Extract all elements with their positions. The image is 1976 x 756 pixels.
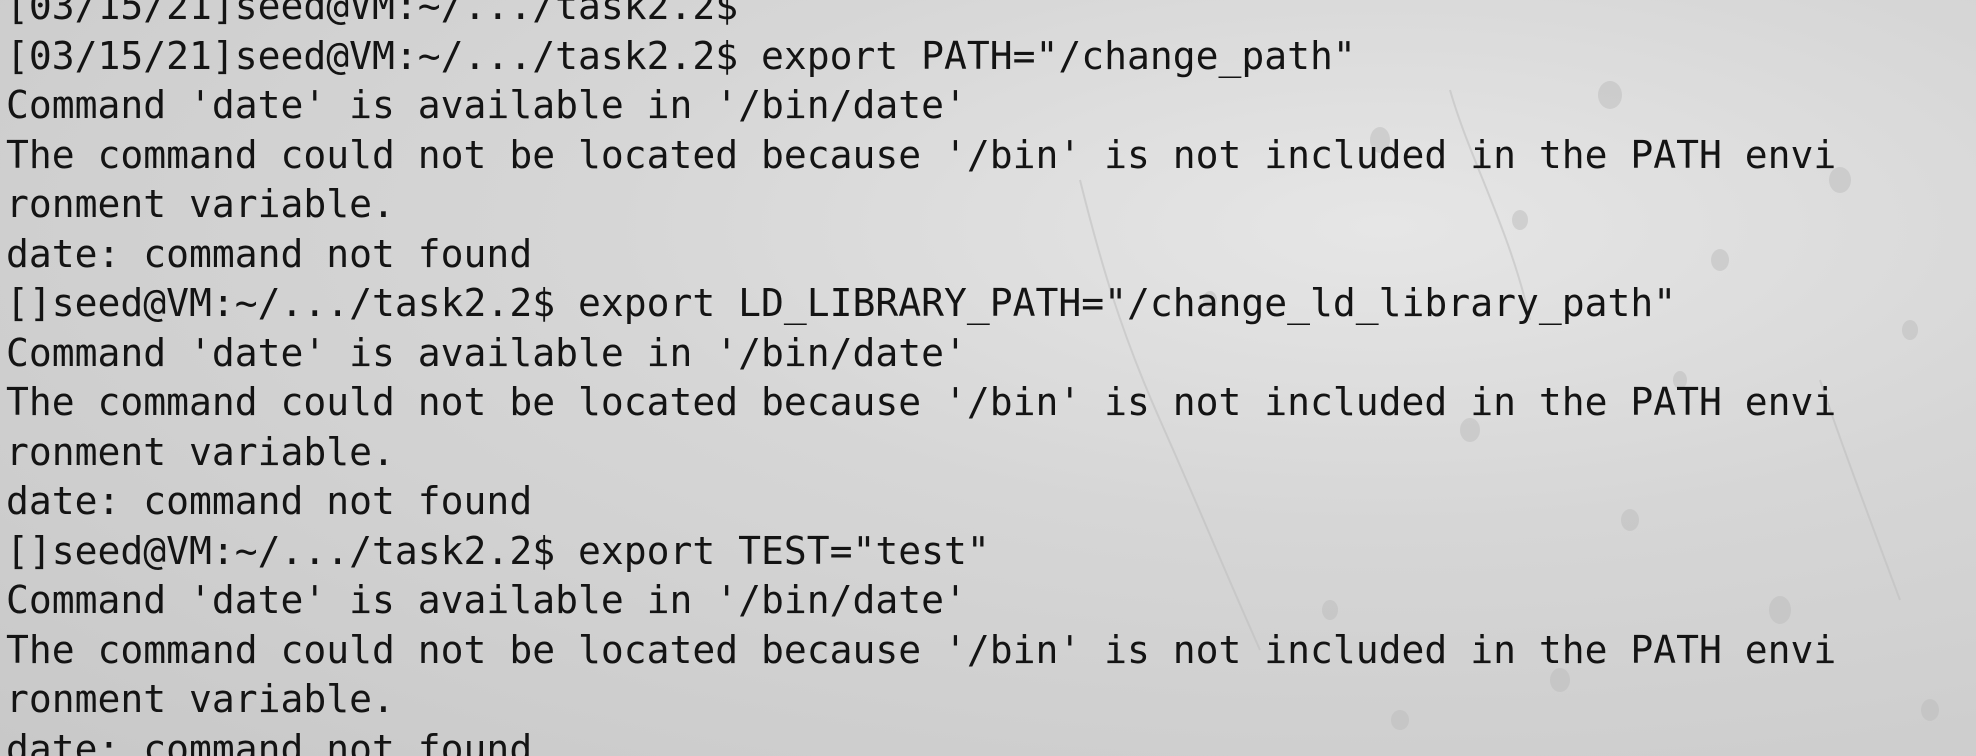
- terminal-line: ronment variable.: [6, 677, 395, 721]
- terminal-line: date: command not found: [6, 726, 533, 756]
- terminal-line: []seed@VM:~/.../task2.2$ export TEST="te…: [6, 528, 990, 573]
- terminal-line: The command could not be located because…: [6, 627, 1837, 672]
- terminal-line: [03/15/21]seed@VM:~/.../task2.2$ export …: [6, 33, 1356, 78]
- terminal-line: The command could not be located because…: [6, 132, 1837, 177]
- terminal-output: [03/15/21]seed@VM:~/.../task2.2$ [03/15/…: [6, 0, 1976, 756]
- terminal-line: []seed@VM:~/.../task2.2$ export LD_LIBRA…: [6, 281, 1677, 325]
- terminal-window[interactable]: [03/15/21]seed@VM:~/.../task2.2$ [03/15/…: [0, 0, 1976, 756]
- terminal-line: [03/15/21]seed@VM:~/.../task2.2$: [6, 0, 739, 28]
- terminal-line: Command 'date' is available in '/bin/dat…: [6, 578, 967, 622]
- terminal-line: date: command not found: [6, 231, 533, 276]
- terminal-line: ronment variable.: [6, 429, 395, 474]
- terminal-line: Command 'date' is available in '/bin/dat…: [6, 330, 967, 375]
- terminal-line: date: command not found: [6, 479, 533, 523]
- terminal-line: ronment variable.: [6, 182, 395, 226]
- terminal-line: The command could not be located because…: [6, 380, 1837, 424]
- terminal-line: Command 'date' is available in '/bin/dat…: [6, 83, 967, 127]
